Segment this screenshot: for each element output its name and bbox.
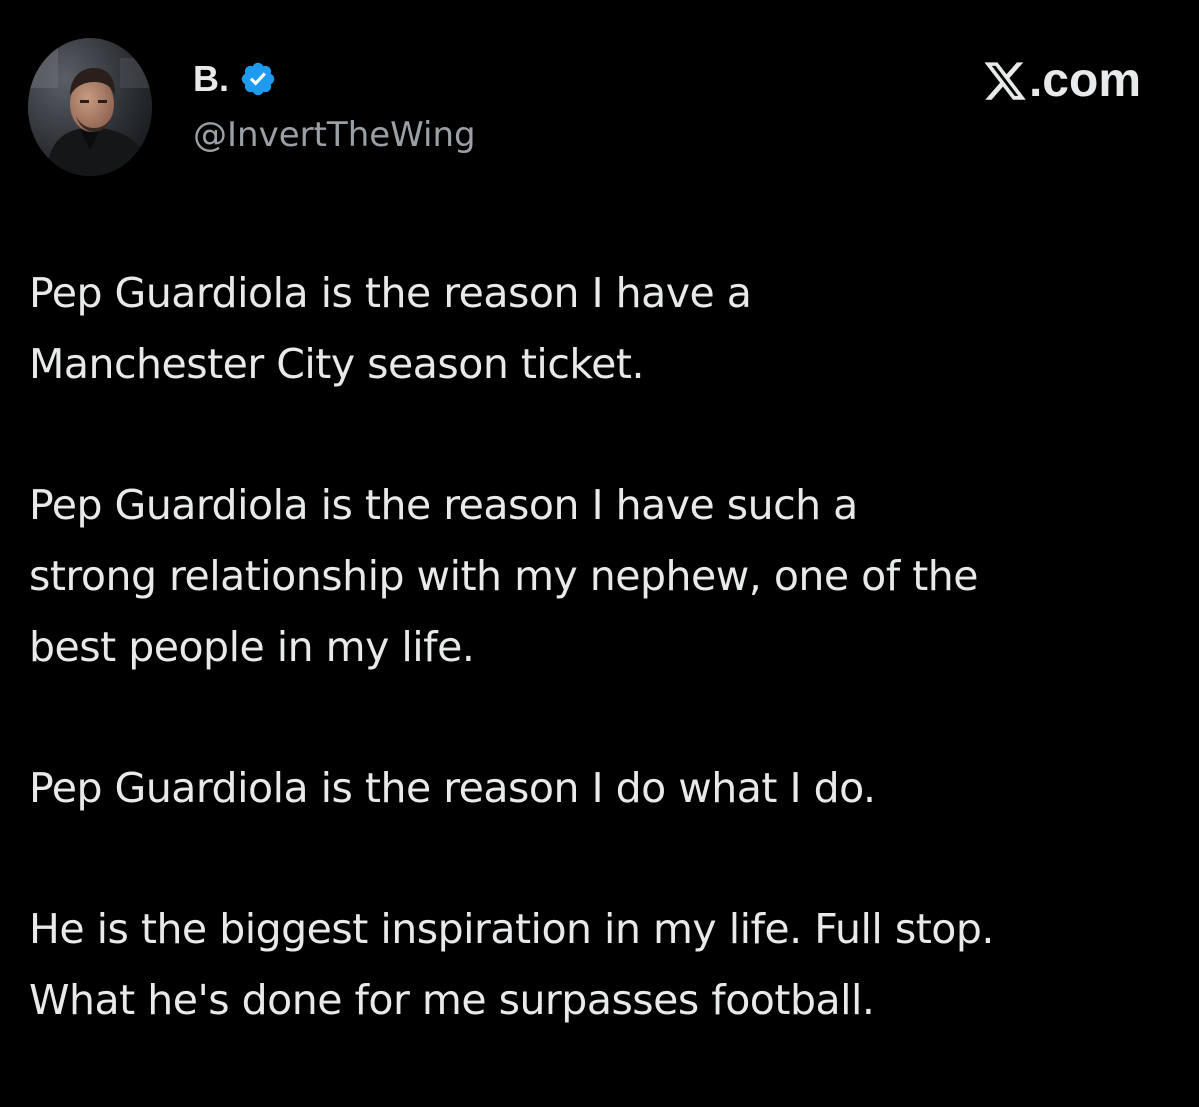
name-row: B. — [193, 56, 476, 102]
verified-badge-icon — [239, 60, 277, 98]
author-identity: B. @InvertTheWing — [193, 56, 476, 156]
tweet-paragraph: Pep Guardiola is the reason I do what I … — [29, 764, 876, 812]
tweet-paragraph: Pep Guardiola is the reason I have such … — [29, 481, 979, 671]
tweet-paragraph: Pep Guardiola is the reason I have a Man… — [29, 269, 752, 388]
tweet-text: Pep Guardiola is the reason I have a Man… — [29, 258, 1169, 1036]
site-watermark: .com — [982, 56, 1141, 106]
tweet-paragraph: He is the biggest inspiration in my life… — [29, 905, 994, 1024]
tweet-header: B. @InvertTheWing .com — [28, 38, 1171, 178]
profile-photo — [28, 38, 152, 176]
x-logo-icon — [982, 58, 1028, 104]
site-domain: .com — [1028, 54, 1141, 107]
avatar[interactable] — [28, 38, 152, 176]
author-handle[interactable]: @InvertTheWing — [193, 114, 476, 156]
author-display-name[interactable]: B. — [193, 56, 229, 102]
